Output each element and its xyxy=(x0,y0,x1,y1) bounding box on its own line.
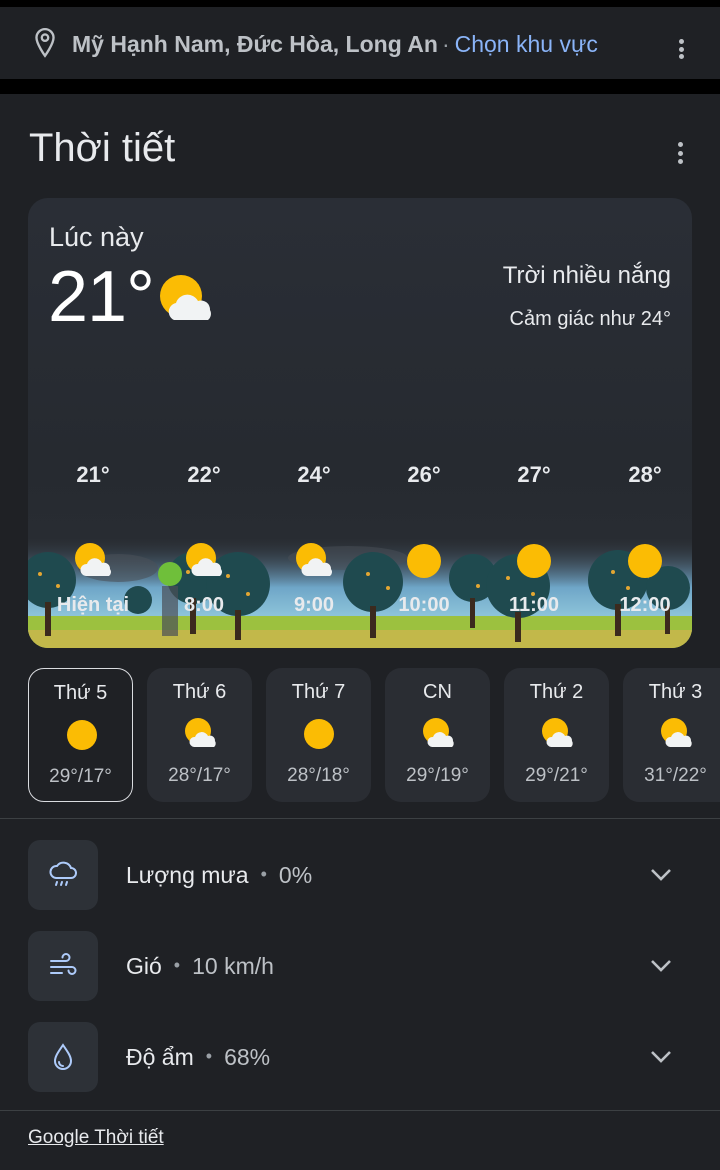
day-temperatures: 28°/17° xyxy=(168,765,231,786)
hourly-forecast: 21° Hiện tại 22° 8:00 24° 9:00 26° 10:00… xyxy=(28,462,692,632)
divider xyxy=(0,1110,720,1111)
partly-sunny-icon xyxy=(185,718,216,747)
partly-sunny-icon xyxy=(423,718,454,747)
current-temperature: 21° xyxy=(48,257,155,337)
hour-label: 8:00 xyxy=(183,594,225,616)
wind-label: Gió • 10 km/h xyxy=(126,953,274,979)
hour-temperature: 24° xyxy=(297,462,331,487)
location-name: Mỹ Hạnh Nam, Đức Hòa, Long An xyxy=(72,31,438,57)
divider xyxy=(0,818,720,819)
day-tab-thu7[interactable]: Thứ 7 28°/18° xyxy=(266,668,371,802)
hour-temperature: 27° xyxy=(517,462,551,487)
partly-sunny-icon xyxy=(75,543,111,576)
sunny-icon xyxy=(67,720,97,750)
sunny-icon xyxy=(628,544,662,578)
day-name: Thứ 6 xyxy=(172,681,227,703)
day-tab-thu5[interactable]: Thứ 5 29°/17° xyxy=(28,668,133,802)
current-label: Lúc này xyxy=(49,222,144,252)
location-bar: Mỹ Hạnh Nam, Đức Hòa, Long An · Chọn khu v… xyxy=(0,7,720,79)
weather-panel: Thời tiết Lúc này 21° Trời nhiều nắng Cả… xyxy=(0,94,720,1170)
day-temperatures: 29°/19° xyxy=(406,765,469,786)
chevron-down-icon[interactable] xyxy=(649,1048,673,1066)
chevron-down-icon[interactable] xyxy=(649,957,673,975)
hour-label: 9:00 xyxy=(293,594,335,616)
google-weather-link[interactable]: Google Thời tiết xyxy=(28,1127,164,1149)
day-name: Thứ 5 xyxy=(53,682,108,704)
location-separator: · xyxy=(441,31,450,57)
sunny-icon xyxy=(304,719,334,749)
page-title: Thời tiết xyxy=(29,126,176,170)
day-tab-thu3[interactable]: Thứ 3 31°/22° xyxy=(623,668,720,802)
choose-region-link[interactable]: Chọn khu vực xyxy=(455,31,598,57)
day-tab-thu6[interactable]: Thứ 6 28°/17° xyxy=(147,668,252,802)
feels-like: Cảm giác như 24° xyxy=(509,308,671,330)
hour-temperature: 21° xyxy=(76,462,110,487)
humidity-label: Độ ẩm • 68% xyxy=(126,1044,271,1070)
location-text: Mỹ Hạnh Nam, Đức Hòa, Long An · Chọn khu v… xyxy=(72,31,598,58)
day-temperatures: 31°/22° xyxy=(644,765,707,786)
hour-label: 12:00 xyxy=(619,594,671,616)
humidity-row[interactable]: Độ ẩm • 68% xyxy=(0,1022,720,1092)
day-name: Thứ 2 xyxy=(529,681,584,703)
sunny-icon xyxy=(517,544,551,578)
day-tab-thu2[interactable]: Thứ 2 29°/21° xyxy=(504,668,609,802)
sunny-icon xyxy=(407,544,441,578)
humidity-value: 68% xyxy=(224,1044,271,1070)
wind-title: Gió xyxy=(126,953,162,979)
day-name: Thứ 7 xyxy=(291,681,346,703)
day-name: Thứ 3 xyxy=(648,681,703,703)
daily-forecast: Thứ 5 29°/17° Thứ 6 28°/17° Thứ 7 28°/18… xyxy=(0,668,720,802)
location-more-menu-icon[interactable] xyxy=(671,35,691,63)
precipitation-row[interactable]: Lượng mưa • 0% xyxy=(0,840,720,910)
hour-temperature: 28° xyxy=(628,462,662,487)
wind-row[interactable]: Gió • 10 km/h xyxy=(0,931,720,1001)
precipitation-value: 0% xyxy=(278,862,313,888)
day-temperatures: 28°/18° xyxy=(287,765,350,786)
wind-value: 10 km/h xyxy=(192,953,274,979)
partly-sunny-icon xyxy=(542,718,573,747)
humidity-title: Độ ẩm xyxy=(126,1044,194,1070)
day-tab-cn[interactable]: CN 29°/19° xyxy=(385,668,490,802)
current-weather-card: Lúc này 21° Trời nhiều nắng Cảm giác như… xyxy=(28,198,692,648)
hour-label: Hiện tại xyxy=(56,594,130,616)
partly-sunny-icon xyxy=(154,270,216,337)
humidity-icon xyxy=(28,1022,98,1092)
location-pin-icon xyxy=(35,27,55,58)
weather-more-menu-icon[interactable] xyxy=(670,138,690,168)
precipitation-label: Lượng mưa • 0% xyxy=(126,862,313,888)
hour-label: 10:00 xyxy=(398,594,450,616)
chevron-down-icon[interactable] xyxy=(649,866,673,884)
current-condition: Trời nhiều nắng xyxy=(502,262,671,289)
wind-icon xyxy=(28,931,98,1001)
day-temperatures: 29°/17° xyxy=(49,766,112,787)
partly-sunny-icon xyxy=(661,718,692,747)
hour-temperature: 26° xyxy=(407,462,441,487)
day-temperatures: 29°/21° xyxy=(525,765,588,786)
hour-temperature: 22° xyxy=(187,462,221,487)
partly-sunny-icon xyxy=(296,543,332,576)
partly-sunny-icon xyxy=(186,543,222,576)
precipitation-title: Lượng mưa xyxy=(126,862,249,888)
hour-label: 11:00 xyxy=(508,594,560,616)
day-name: CN xyxy=(423,681,452,703)
rain-icon xyxy=(28,840,98,910)
